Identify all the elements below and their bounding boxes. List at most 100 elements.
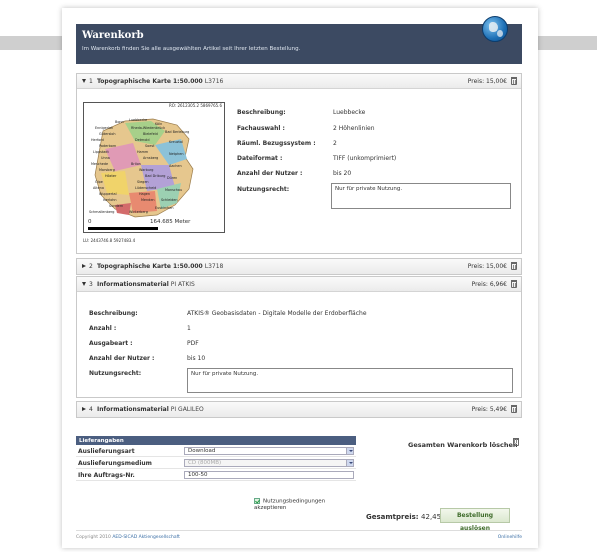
map-ro-coordinates: RO: 2612305.2 5869765.6 [168, 103, 222, 108]
trash-icon[interactable] [511, 405, 517, 413]
usage-rights-textarea[interactable]: Nur für private Nutzung. [187, 368, 513, 393]
item-number: 3 [89, 281, 93, 288]
terms-checkbox-row[interactable]: Nutzungsbedingungen akzeptieren [254, 498, 356, 511]
usage-rights-textarea[interactable]: Nur für private Nutzung. [331, 183, 511, 209]
delivery-row: Auslieferungsmedium CD (800MB) [76, 457, 356, 469]
place-order-button[interactable]: Bestellung auslösen [440, 508, 510, 532]
map-place-label: Menden [141, 198, 155, 202]
map-place-label: Hamm [137, 150, 149, 154]
map-image: Luebbecke Ennigerloh Rheda-Wiedenbrück G… [89, 118, 194, 218]
field-label: Nutzungsrecht: [89, 370, 142, 377]
field-label: Dateiformat : [237, 155, 283, 162]
cart-item-3-header[interactable]: 3 Informationsmaterial PI ATKIS Preis: 6,… [77, 277, 521, 292]
field-label: Beschreibung: [237, 109, 286, 116]
collapse-arrow-icon[interactable] [82, 79, 86, 83]
clear-cart-trash[interactable] [513, 438, 519, 446]
delivery-header: Lieferangaben [76, 436, 356, 445]
cart-item-4: 4 Informationsmaterial PI GALILEO Preis: … [76, 401, 522, 418]
field-label: Anzahl der Nutzer : [237, 170, 303, 177]
scale-value: 164.685 Meter [150, 219, 191, 225]
field-value: bis 20 [333, 170, 352, 177]
clear-cart-link[interactable]: Gesamten Warenkorb löschen [408, 441, 518, 449]
map-place-label: Winterberg [129, 210, 148, 214]
footer: Copyright 2010 AED-SICAD Aktiengesellsch… [76, 530, 522, 540]
field-value: ATKIS® Geobasisdaten - Digitale Modelle … [187, 310, 367, 317]
delivery-type-select[interactable]: Download [184, 447, 354, 455]
scale-start: 0 [88, 219, 92, 225]
delivery-row: Auslieferungsart Download [76, 445, 356, 457]
cart-item-1: 1 Topographische Karte 1:50.000 L3716 Pre… [76, 73, 522, 254]
map-place-label: Marsberg [99, 168, 115, 172]
map-place-label: Köln [155, 122, 162, 126]
scale-bar [88, 227, 158, 230]
company-link[interactable]: AED-SICAD Aktiengesellschaft [112, 535, 180, 540]
cart-item-2: 2 Topographische Karte 1:50.000 L3718 Pre… [76, 258, 522, 275]
total-label: Gesamtpreis: [366, 513, 419, 521]
total-price: Gesamtpreis: 42,45€ [366, 513, 446, 521]
collapse-arrow-icon[interactable] [82, 282, 86, 286]
field-value: TIFF (unkomprimiert) [333, 155, 397, 162]
delivery-section: Lieferangaben Auslieferungsart Download … [76, 436, 356, 511]
item-code: L3716 [204, 78, 224, 85]
order-number-label: Ihre Auftrags-Nr. [78, 472, 135, 479]
cart-header: Warenkorb Im Warenkorb finden Sie alle a… [76, 16, 522, 64]
map-place-label: Netphen [169, 152, 184, 156]
globe-icon [482, 16, 508, 42]
delivery-type-label: Auslieferungsart [78, 448, 135, 455]
map-place-label: Lüdenscheid [135, 186, 156, 190]
page-container: Warenkorb Im Warenkorb finden Sie alle a… [62, 8, 538, 548]
page-title: Warenkorb [82, 30, 144, 41]
delivery-medium-label: Auslieferungsmedium [78, 460, 152, 467]
cart-item-4-header[interactable]: 4 Informationsmaterial PI GALILEO Preis: … [77, 402, 521, 417]
chevron-down-icon[interactable] [346, 448, 353, 454]
cart-item-1-header[interactable]: 1 Topographische Karte 1:50.000 L3716 Pre… [77, 74, 521, 89]
item-title: Informationsmaterial PI GALILEO [97, 406, 204, 413]
field-value: 1 [187, 325, 191, 332]
field-label: Anzahl : [89, 325, 117, 332]
map-place-label: Iserlohn [103, 198, 117, 202]
order-number-input[interactable]: 100-50 [184, 471, 354, 479]
map-place-label: Euskirchen [155, 206, 174, 210]
map-place-label: Schmallenberg [89, 210, 114, 214]
field-label: Beschreibung: [89, 310, 138, 317]
trash-icon[interactable] [511, 77, 517, 85]
item-price: Preis: 15,00€ [467, 78, 507, 85]
trash-icon[interactable] [511, 280, 517, 288]
map-place-label: Brilon [131, 162, 141, 166]
map-place-label: Luebbecke [129, 118, 147, 122]
trash-icon[interactable] [513, 438, 519, 446]
map-place-label: Warburg [139, 168, 153, 172]
map-place-label: Bonn [115, 120, 124, 124]
item-title: Topographische Karte 1:50.000 L3716 [97, 78, 224, 85]
map-place-label: Hagen [139, 192, 150, 196]
map-place-label: Wuppertal [99, 192, 117, 196]
map-place-label: Düren [167, 176, 177, 180]
help-link[interactable]: Onlinehilfe [498, 535, 522, 540]
map-place-label: Sundern [109, 204, 123, 208]
map-place-label: Gütersloh [99, 132, 116, 136]
map-place-label: Meschede [91, 162, 108, 166]
item-code: L3718 [204, 263, 224, 270]
cart-item-2-header[interactable]: 2 Topographische Karte 1:50.000 L3718 Pre… [77, 259, 521, 274]
copyright-text: Copyright 2010 [76, 535, 111, 540]
expand-arrow-icon[interactable] [82, 264, 86, 268]
map-place-label: Paderborn [99, 144, 116, 148]
field-value: PDF [187, 340, 199, 347]
item-number: 2 [89, 263, 93, 270]
cart-item-3: 3 Informationsmaterial PI ATKIS Preis: 6,… [76, 276, 522, 398]
map-preview: RO: 2612305.2 5869765.6 Luebbecke Ennige… [83, 102, 225, 233]
field-value: bis 10 [187, 355, 206, 362]
map-place-label: Rheda-Wiedenbrück [131, 126, 165, 130]
field-label: Fachauswahl : [237, 125, 285, 132]
trash-icon[interactable] [511, 262, 517, 270]
field-label: Ausgabeart : [89, 340, 133, 347]
expand-arrow-icon[interactable] [82, 407, 86, 411]
terms-label: Nutzungsbedingungen akzeptieren [254, 498, 326, 511]
page-subtitle: Im Warenkorb finden Sie alle ausgewählte… [82, 46, 301, 52]
terms-checkbox[interactable] [254, 498, 260, 504]
field-label: Nutzungsrecht: [237, 186, 290, 193]
map-place-label: Aachen [169, 164, 182, 168]
chevron-down-icon [346, 460, 353, 466]
field-label: Anzahl der Nutzer : [89, 355, 155, 362]
item-code: PI GALILEO [170, 406, 204, 413]
